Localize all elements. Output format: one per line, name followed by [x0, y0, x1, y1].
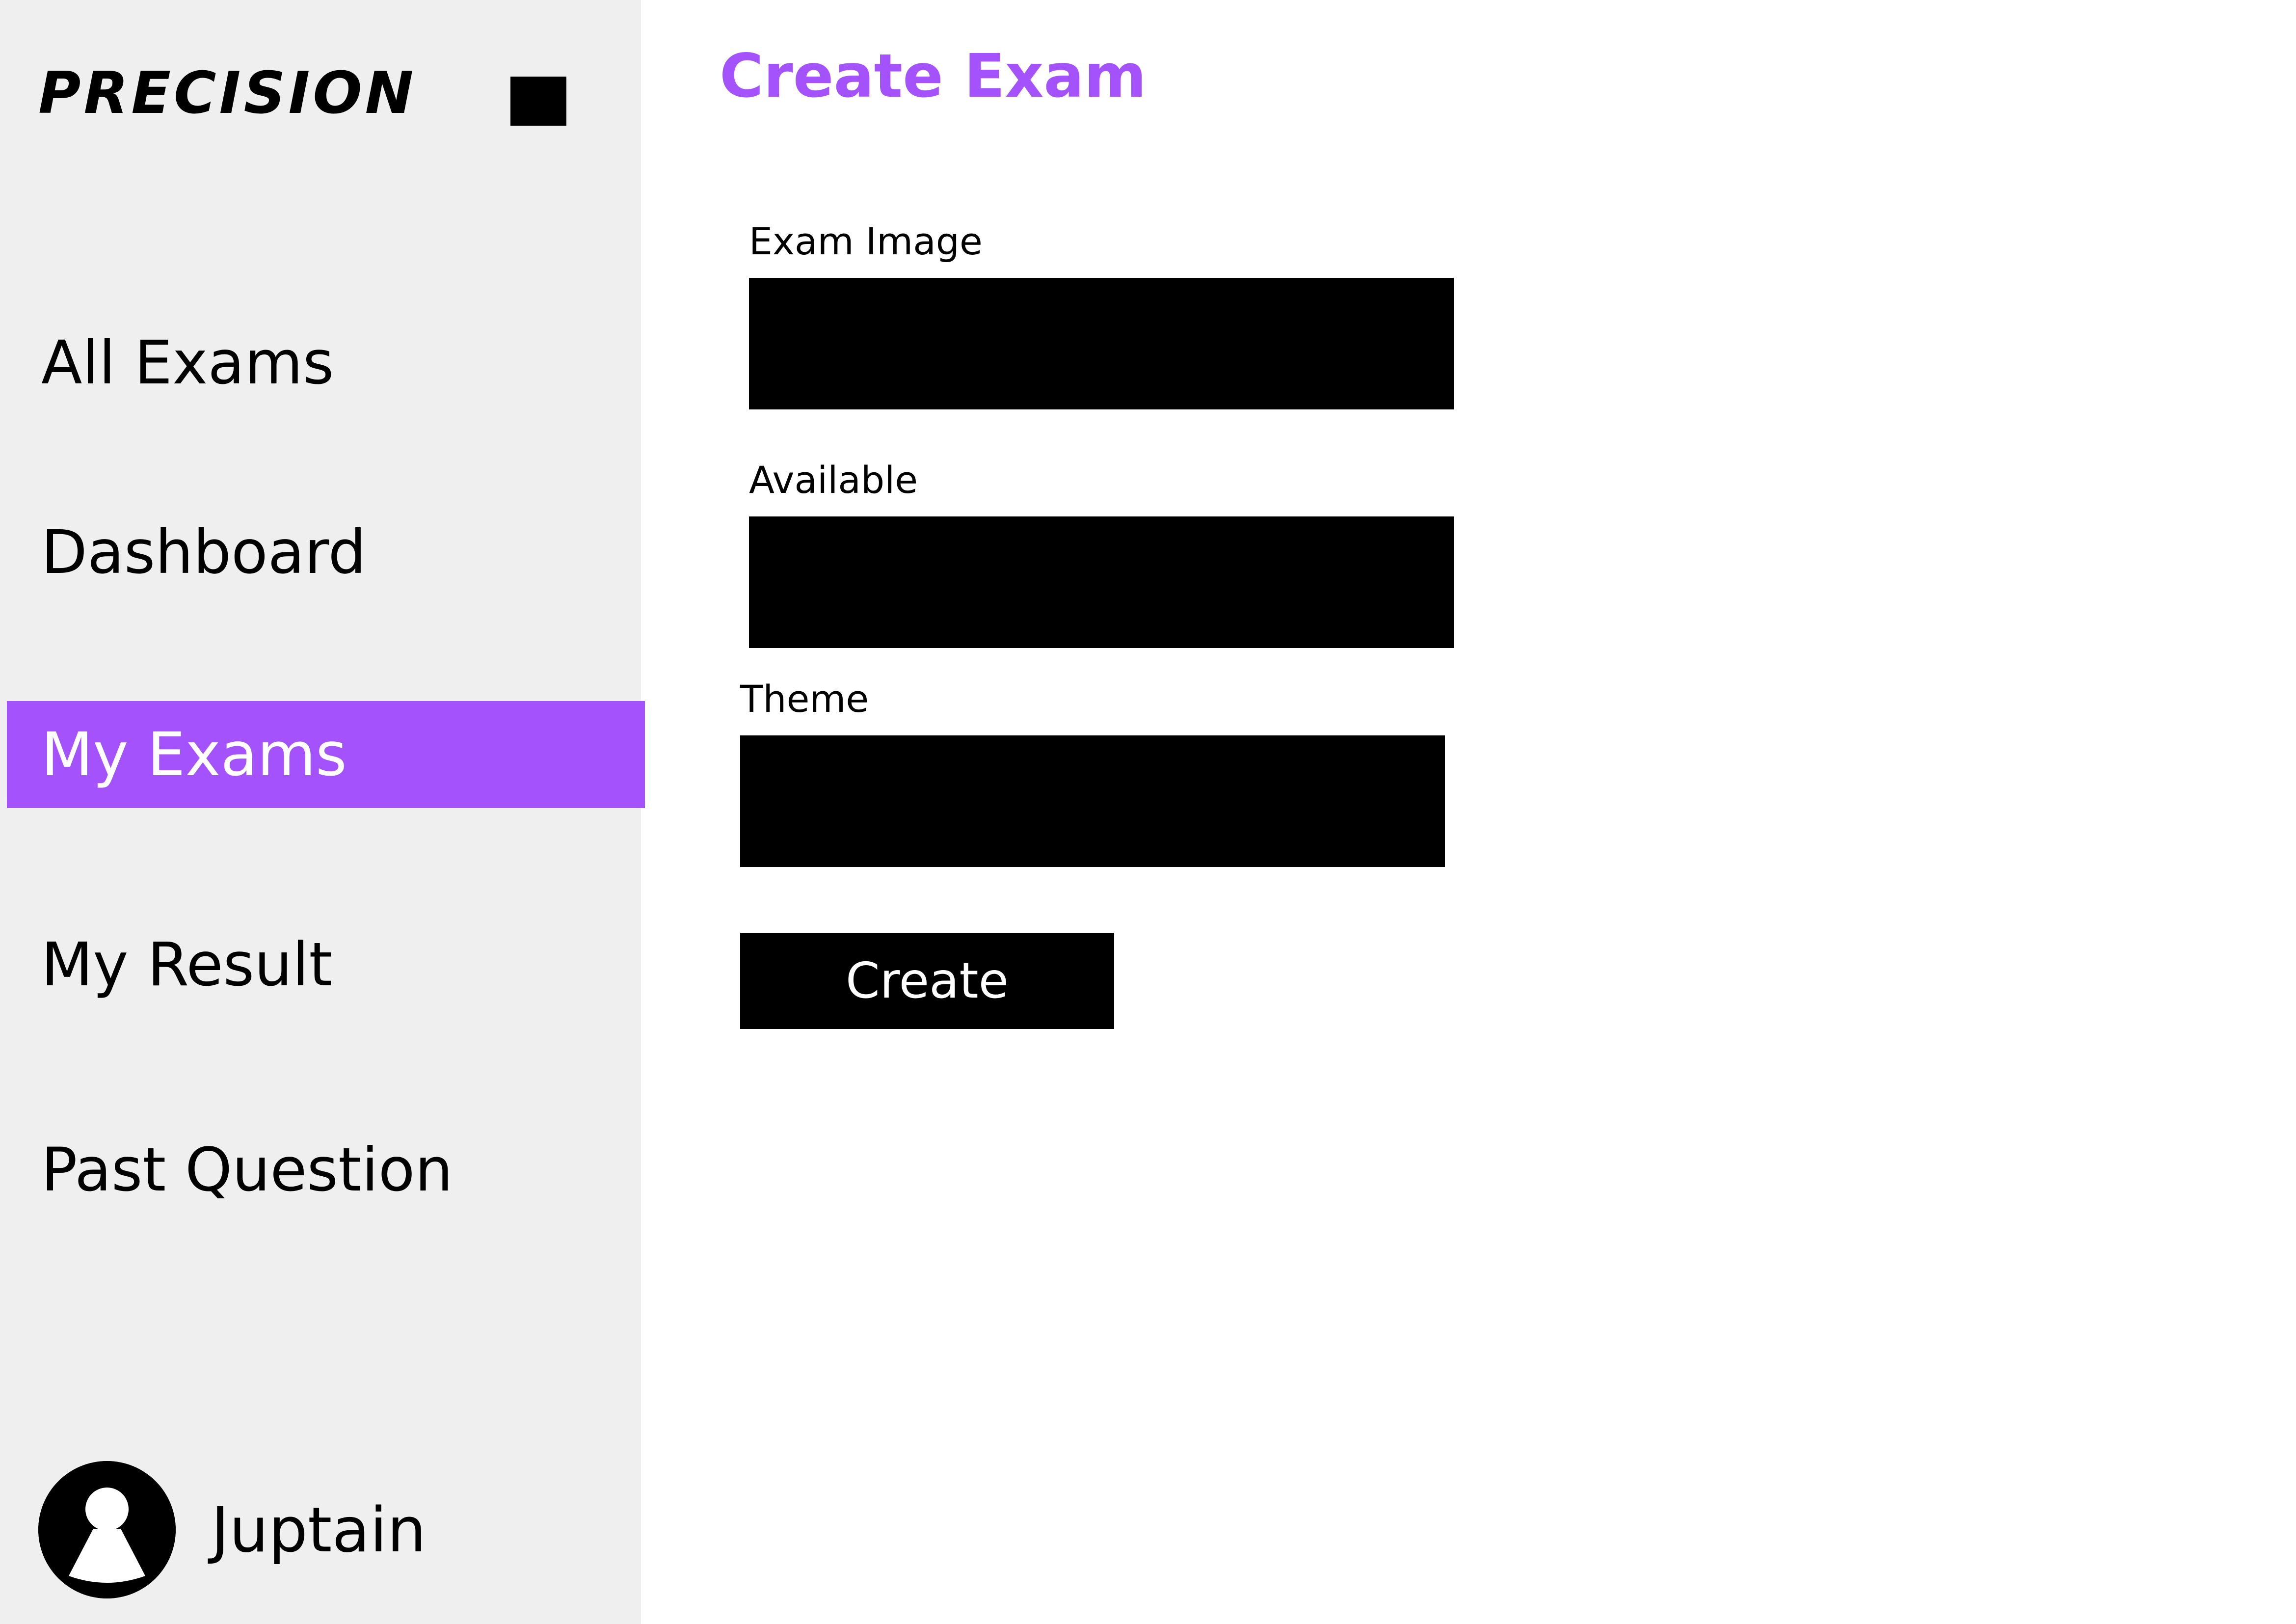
user-avatar-icon[interactable] [38, 1461, 176, 1598]
brand-logo: PRECISION [38, 59, 417, 127]
create-button[interactable]: Create [740, 933, 1114, 1029]
exam-image-field[interactable] [749, 278, 1454, 409]
theme-label: Theme [740, 677, 869, 721]
app-window: PRECISION All Exams Dashboard My Exams M… [0, 0, 2296, 1624]
sidebar-item-my-result[interactable]: My Result [7, 911, 645, 1018]
available-field[interactable] [749, 516, 1454, 648]
menu-toggle-icon[interactable] [510, 77, 566, 126]
theme-field[interactable] [740, 735, 1445, 867]
sidebar-item-past-question[interactable]: Past Question [7, 1116, 645, 1223]
exam-image-label: Exam Image [749, 219, 983, 263]
sidebar-item-all-exams[interactable]: All Exams [7, 309, 645, 416]
user-profile[interactable]: Juptain [38, 1461, 426, 1598]
sidebar-item-dashboard[interactable]: Dashboard [7, 499, 645, 606]
user-name: Juptain [211, 1493, 427, 1566]
sidebar: PRECISION All Exams Dashboard My Exams M… [0, 0, 645, 1624]
page-title: Create Exam [720, 41, 1147, 111]
available-label: Available [749, 458, 918, 502]
sidebar-item-my-exams[interactable]: My Exams [7, 701, 645, 808]
